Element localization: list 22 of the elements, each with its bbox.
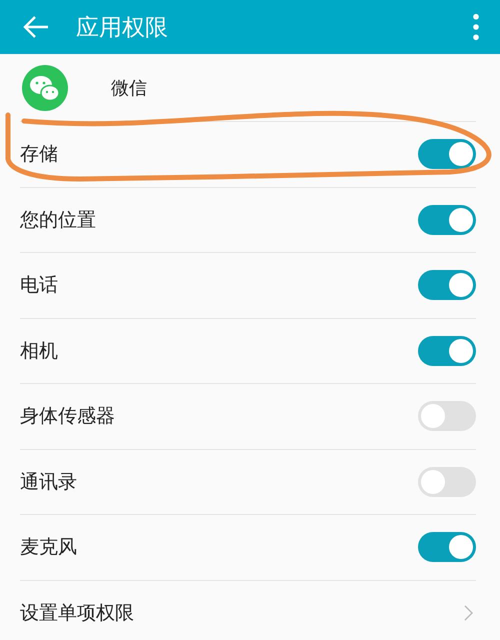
settings-row[interactable]: 设置单项权限 (20, 580, 476, 640)
toggle-switch[interactable] (418, 139, 476, 170)
toggle-switch[interactable] (418, 270, 476, 300)
app-name: 微信 (111, 76, 147, 100)
permission-label: 电话 (20, 273, 58, 298)
permission-label: 麦克风 (20, 535, 77, 560)
toggle-switch[interactable] (418, 532, 476, 562)
toggle-switch[interactable] (418, 336, 476, 366)
screen-title: 应用权限 (76, 14, 169, 42)
permission-label: 身体传感器 (20, 404, 115, 430)
toggle-switch[interactable] (418, 401, 476, 432)
permission-label: 设置单项权限 (20, 600, 134, 626)
permission-label: 通讯录 (20, 470, 77, 495)
chat-bubbles-icon (22, 64, 68, 110)
toggle-switch[interactable] (418, 466, 476, 497)
toggle-switch[interactable] (418, 204, 476, 235)
permission-label: 相机 (20, 338, 58, 364)
back-arrow-icon[interactable] (22, 15, 50, 39)
permission-label: 您的位置 (20, 208, 96, 233)
permission-label: 存储 (20, 142, 58, 168)
chevron-right-icon (464, 604, 473, 621)
more-options-icon[interactable] (472, 13, 480, 41)
